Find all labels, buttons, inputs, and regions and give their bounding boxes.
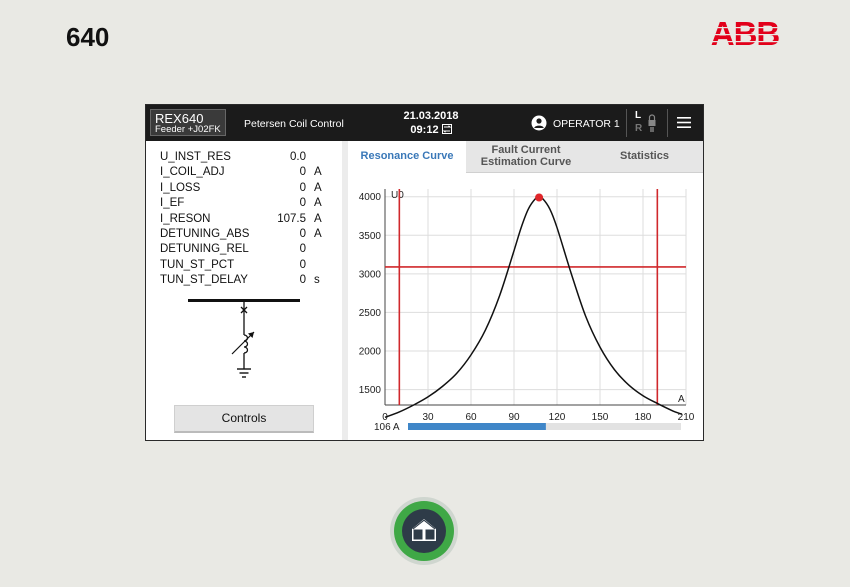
measurement-unit: A bbox=[314, 212, 322, 225]
measurement-value: 107.5 bbox=[277, 212, 306, 225]
measurement-unit: A bbox=[314, 166, 322, 179]
local-label: L bbox=[635, 110, 642, 121]
petersen-coil-diagram bbox=[188, 299, 300, 378]
hamburger-menu-icon[interactable] bbox=[677, 116, 691, 129]
y-axis-label: U0 bbox=[391, 190, 404, 201]
home-button[interactable] bbox=[389, 496, 459, 566]
local-remote-indicator[interactable]: L R bbox=[632, 109, 662, 137]
measurement-row: I_EF 0 A bbox=[160, 196, 330, 211]
measurement-label: TUN_ST_DELAY bbox=[160, 274, 248, 287]
measurement-value: 0 bbox=[299, 181, 306, 194]
measurement-value: 0 bbox=[299, 227, 306, 240]
y-tick-label: 1500 bbox=[359, 385, 382, 396]
x-tick-label: 150 bbox=[592, 412, 609, 423]
controls-button[interactable]: Controls bbox=[174, 405, 314, 433]
measurement-row: I_RESON 107.5 A bbox=[160, 212, 330, 227]
measurement-value: 0 bbox=[299, 197, 306, 210]
measurement-row: I_LOSS 0 A bbox=[160, 181, 330, 196]
measurement-unit: s bbox=[314, 274, 320, 287]
separator bbox=[626, 109, 627, 137]
measurement-row: DETUNING_ABS 0 A bbox=[160, 227, 330, 242]
tab-bar: Resonance Curve Fault Current Estimation C… bbox=[348, 141, 703, 173]
tuning-progress-label: 106 A bbox=[374, 422, 400, 433]
y-tick-label: 4000 bbox=[359, 192, 382, 203]
measurement-unit: A bbox=[314, 227, 322, 240]
model-label: 640 bbox=[66, 22, 110, 52]
date: 21.03.2018 bbox=[403, 110, 459, 122]
x-tick-label: 120 bbox=[549, 412, 566, 423]
measurement-panel: U_INST_RES 0.0 I_COIL_ADJ 0 A I_LOSS 0 A I_EF 0 A I… bbox=[146, 141, 342, 440]
feeder-name: Feeder +J02FK bbox=[155, 124, 221, 135]
top-bar: REX640 Feeder +J02FK Petersen Coil Contr… bbox=[146, 105, 703, 141]
measurement-value: 0 bbox=[299, 166, 306, 179]
app-title: Petersen Coil Control bbox=[244, 118, 344, 130]
measurement-label: I_EF bbox=[160, 197, 185, 210]
measurement-label: I_COIL_ADJ bbox=[160, 166, 225, 179]
x-tick-label: 90 bbox=[508, 412, 520, 423]
remote-label: R bbox=[635, 123, 643, 134]
measurement-unit: A bbox=[314, 197, 322, 210]
y-tick-label: 2000 bbox=[359, 347, 382, 358]
time-row: 09:12 bbox=[381, 124, 481, 136]
coil-icon bbox=[243, 334, 249, 354]
measurement-label: DETUNING_ABS bbox=[160, 227, 250, 240]
tab-label: Statistics bbox=[620, 150, 669, 162]
tab-resonance-curve[interactable]: Resonance Curve bbox=[348, 141, 466, 173]
y-tick-label: 2500 bbox=[359, 308, 382, 319]
user-icon[interactable] bbox=[531, 115, 547, 131]
time: 09:12 bbox=[410, 124, 439, 136]
tab-label: Resonance Curve bbox=[360, 150, 454, 162]
tab-fault-current-estimation[interactable]: Fault Current Estimation Curve bbox=[466, 141, 586, 173]
measurement-value: 0 bbox=[299, 258, 306, 271]
measurement-row: DETUNING_REL 0 bbox=[160, 242, 330, 257]
chart-panel: Resonance Curve Fault Current Estimation C… bbox=[348, 141, 703, 440]
resonance-curve-line bbox=[384, 196, 682, 419]
x-tick-label: 180 bbox=[635, 412, 652, 423]
measurement-row: TUN_ST_PCT 0 bbox=[160, 258, 330, 273]
measurement-label: DETUNING_REL bbox=[160, 243, 249, 256]
measurement-value: 0.0 bbox=[290, 151, 306, 163]
measurement-label: I_LOSS bbox=[160, 181, 201, 194]
tab-label: Fault Current bbox=[491, 144, 561, 156]
time-sync-icon bbox=[441, 124, 452, 134]
user-name[interactable]: OPERATOR 1 bbox=[553, 118, 620, 130]
tuning-progress-fill bbox=[408, 423, 546, 430]
relay-hmi-screen: REX640 Feeder +J02FK Petersen Coil Contr… bbox=[145, 104, 704, 441]
resonance-chart: 0 30 60 90 120 150 180 210150020002500300035004… bbox=[359, 189, 695, 433]
measurement-label: TUN_ST_PCT bbox=[160, 258, 235, 271]
measurement-value: 0 bbox=[299, 243, 306, 256]
separator bbox=[667, 109, 668, 137]
x-tick-label: 60 bbox=[465, 412, 477, 423]
lock-icon bbox=[648, 114, 656, 132]
device-identity[interactable]: REX640 Feeder +J02FK bbox=[150, 109, 226, 136]
measurement-table: U_INST_RES 0.0 I_COIL_ADJ 0 A I_LOSS 0 A I_EF 0 A I… bbox=[160, 150, 330, 289]
tab-label: Estimation Curve bbox=[480, 155, 572, 168]
measurement-value: 0 bbox=[299, 274, 306, 287]
y-tick-label: 3500 bbox=[359, 231, 382, 242]
x-axis-label: A bbox=[678, 394, 685, 405]
svg-text:ABB: ABB bbox=[711, 18, 780, 48]
tab-statistics[interactable]: Statistics bbox=[586, 141, 703, 173]
measurement-row: I_COIL_ADJ 0 A bbox=[160, 165, 330, 180]
busbar bbox=[188, 299, 300, 302]
measurement-row: U_INST_RES 0.0 bbox=[160, 150, 330, 165]
resonance-peak-marker bbox=[535, 193, 544, 202]
measurement-label: U_INST_RES bbox=[160, 151, 231, 163]
measurement-label: I_RESON bbox=[160, 212, 211, 225]
y-tick-label: 3000 bbox=[359, 269, 382, 280]
x-tick-label: 30 bbox=[422, 412, 434, 423]
abb-logo: ABB bbox=[706, 18, 784, 48]
measurement-unit: A bbox=[314, 181, 322, 194]
measurement-row: TUN_ST_DELAY 0 s bbox=[160, 273, 330, 288]
